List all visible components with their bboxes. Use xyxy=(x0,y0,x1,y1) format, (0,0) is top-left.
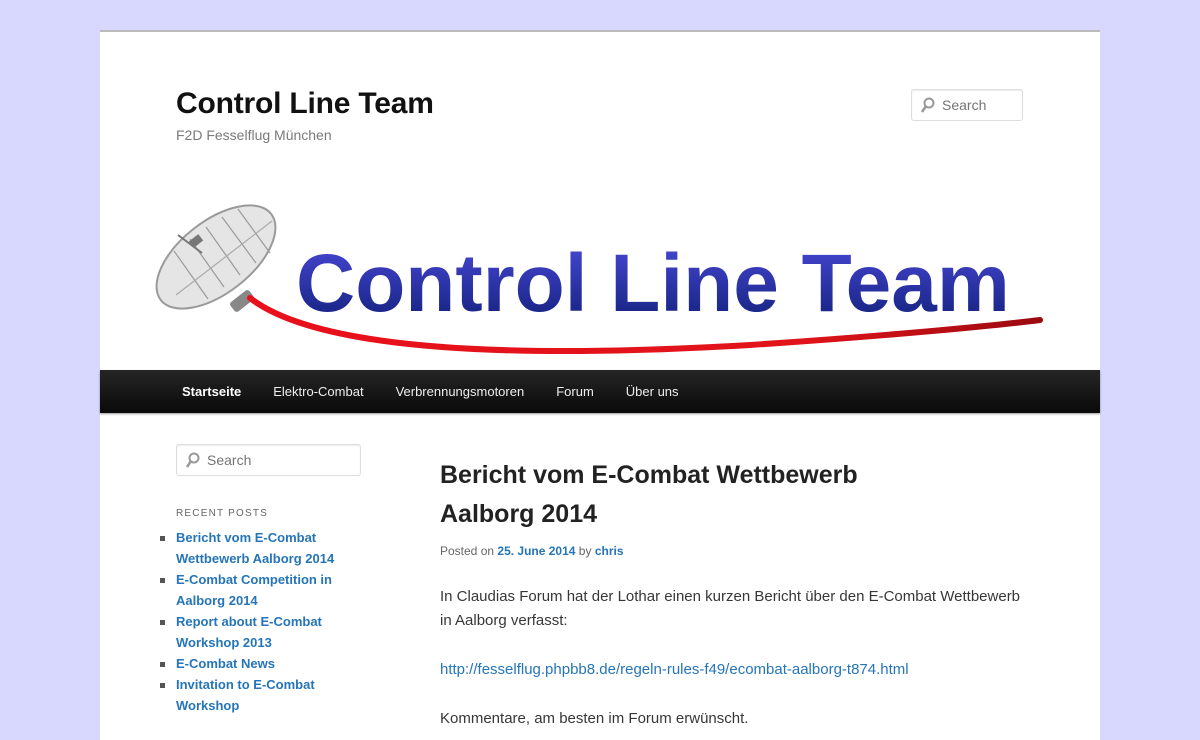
list-item: E-Combat Competition in Aalborg 2014 xyxy=(160,569,361,611)
recent-post-link[interactable]: E-Combat Competition in Aalborg 2014 xyxy=(176,572,332,608)
post-paragraph: Kommentare, am besten im Forum erwünscht… xyxy=(440,710,749,727)
banner-text: Control Line Team xyxy=(296,238,1010,329)
posted-on-label: Posted on xyxy=(440,544,495,558)
by-label: by xyxy=(578,544,592,558)
list-item: Bericht vom E-Combat Wettbewerb Aalborg … xyxy=(160,527,361,569)
nav-item-ueber-uns[interactable]: Über uns xyxy=(610,370,695,413)
nav-item-verbrennungsmotoren[interactable]: Verbrennungsmotoren xyxy=(380,370,541,413)
post-date-link[interactable]: 25. June 2014 xyxy=(497,544,575,558)
main-navigation: Startseite Elektro-Combat Verbrennungsmo… xyxy=(100,370,1100,413)
search-icon xyxy=(921,97,935,113)
main-content: Bericht vom E-Combat Wettbewerb Aalborg … xyxy=(440,456,1040,740)
recent-posts-title: RECENT POSTS xyxy=(176,508,269,519)
header-search-input[interactable] xyxy=(942,97,1022,113)
post-author-link[interactable]: chris xyxy=(595,544,624,558)
header-banner[interactable]: Control Line Team xyxy=(100,195,1100,371)
recent-post-link[interactable]: Report about E-Combat Workshop 2013 xyxy=(176,614,322,650)
recent-post-link[interactable]: Invitation to E-Combat Workshop xyxy=(176,677,315,713)
nav-item-forum[interactable]: Forum xyxy=(540,370,610,413)
nav-item-startseite[interactable]: Startseite xyxy=(166,370,257,413)
nav-item-elektro-combat[interactable]: Elektro-Combat xyxy=(257,370,379,413)
post-title[interactable]: Bericht vom E-Combat Wettbewerb Aalborg … xyxy=(440,456,910,534)
post-body: In Claudias Forum hat der Lothar einen k… xyxy=(440,585,1030,731)
sidebar-search-input[interactable] xyxy=(207,452,360,468)
recent-post-link[interactable]: Bericht vom E-Combat Wettbewerb Aalborg … xyxy=(176,530,334,566)
header-search-box[interactable] xyxy=(911,89,1023,121)
site-description: F2D Fesselflug München xyxy=(176,127,332,143)
post-paragraph: In Claudias Forum hat der Lothar einen k… xyxy=(440,588,1021,629)
site-title[interactable]: Control Line Team xyxy=(176,87,434,121)
list-item: Invitation to E-Combat Workshop xyxy=(160,674,361,716)
sidebar-search-box[interactable] xyxy=(176,444,361,476)
recent-post-link[interactable]: E-Combat News xyxy=(176,656,275,671)
list-item: Report about E-Combat Workshop 2013 xyxy=(160,611,361,653)
post-paragraph: http://fesselflug.phpbb8.de/regeln-rules… xyxy=(440,658,1030,682)
recent-posts-list: Bericht vom E-Combat Wettbewerb Aalborg … xyxy=(160,527,361,716)
page: Control Line Team F2D Fesselflug München xyxy=(100,30,1100,740)
sidebar: RECENT POSTS Bericht vom E-Combat Wettbe… xyxy=(160,444,361,716)
search-icon xyxy=(186,452,200,468)
list-item: E-Combat News xyxy=(160,653,361,674)
forum-link[interactable]: http://fesselflug.phpbb8.de/regeln-rules… xyxy=(440,661,909,678)
post-meta: Posted on 25. June 2014 by chris xyxy=(440,544,1040,558)
